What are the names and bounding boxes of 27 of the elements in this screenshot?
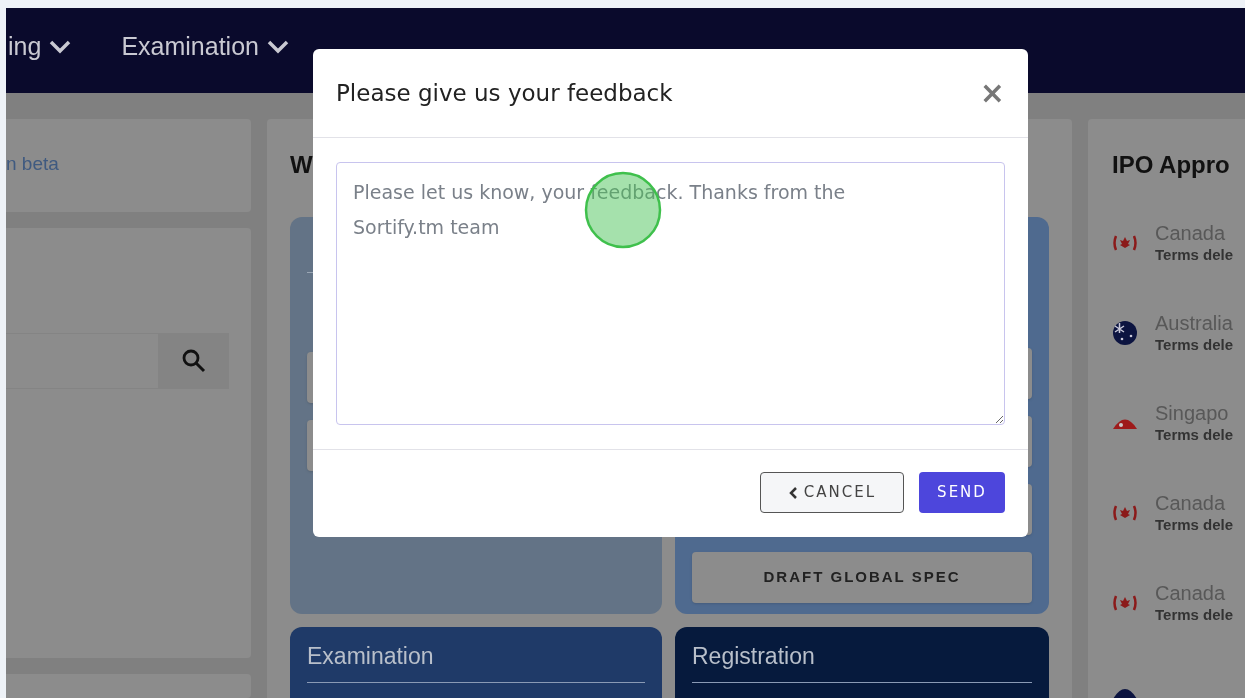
flag-icon [1112,687,1138,698]
chevron-down-icon [266,39,289,54]
ipo-status: Terms dele [1155,246,1234,265]
panel-title: W [290,151,313,178]
nav-menu[interactable]: Examination [121,27,289,66]
ipo-status: Terms dele [1155,516,1234,535]
ipo-status: Terms dele [1155,426,1234,445]
flag-icon [1112,234,1138,252]
search-icon [180,348,207,374]
draft-global-spec-button[interactable]: DRAFT GLOBAL SPEC [692,552,1032,603]
cancel-button[interactable]: CANCEL [760,472,904,513]
flag-icon [1112,504,1138,522]
chevron-left-icon [787,485,798,500]
search-field[interactable] [6,333,158,389]
ipo-status: Terms dele [1155,336,1234,355]
flag-icon [1112,594,1138,612]
close-button[interactable]: × [979,78,1005,108]
dialog-title: Please give us your feedback [336,78,673,108]
flag-icon [1112,320,1138,346]
panel-title: IPO Appro [1112,153,1231,177]
stage-title: Examination [307,639,645,683]
chevron-down-icon [49,39,72,54]
send-button[interactable]: SEND [919,472,1005,513]
stage-title: Registration [692,639,1032,683]
ipo-status: Terms dele [1155,606,1234,625]
nav-menu[interactable]: ing [8,27,72,66]
search-button[interactable] [158,333,229,389]
